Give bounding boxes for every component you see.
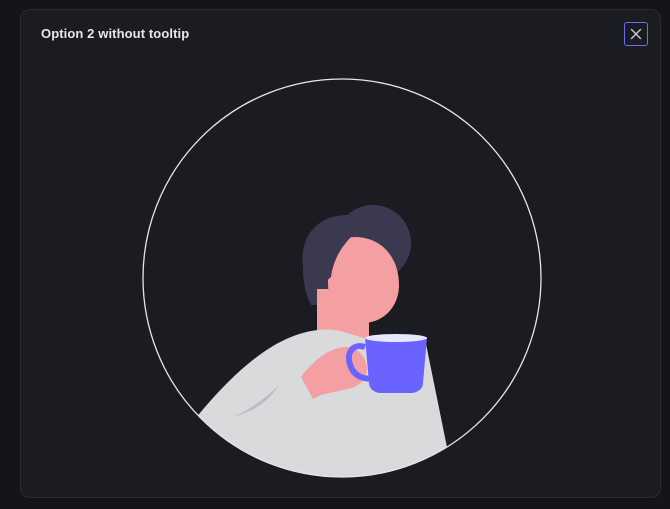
mug-rim (365, 334, 427, 342)
mug (365, 337, 427, 393)
modal-dialog: Option 2 without tooltip (20, 9, 661, 498)
close-icon (630, 28, 642, 40)
shirt-fold-2 (249, 463, 255, 471)
close-button[interactable] (624, 22, 648, 46)
person-with-coffee-mug-illustration (142, 78, 542, 478)
modal-title: Option 2 without tooltip (41, 26, 190, 41)
